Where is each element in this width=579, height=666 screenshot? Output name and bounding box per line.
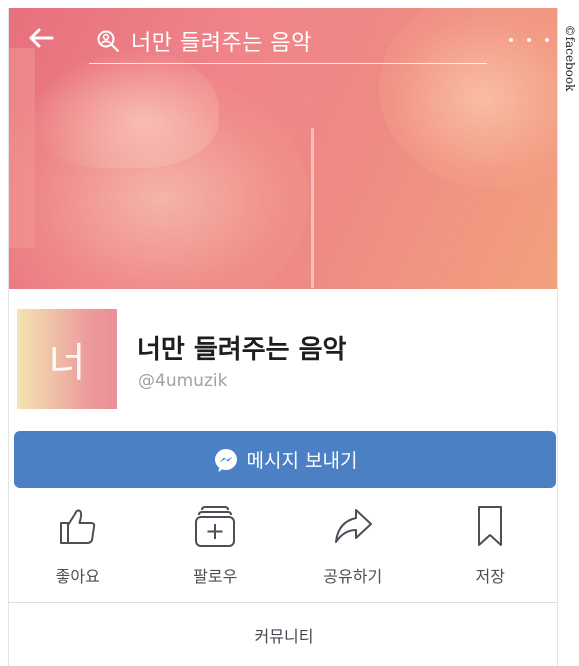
share-button[interactable]: 공유하기 <box>284 503 422 598</box>
bookmark-icon <box>468 503 512 549</box>
search-icon <box>95 26 125 56</box>
divider <box>9 602 557 603</box>
page-handle: @4umuzik <box>138 371 228 391</box>
search-field[interactable]: 너만 들려주는 음악 <box>89 18 487 64</box>
page-actions-bar: 좋아요 팔로우 공유하기 저장 <box>9 503 558 598</box>
like-button[interactable]: 좋아요 <box>9 503 147 598</box>
cover-photo: 너만 들려주는 음악 <box>9 8 557 289</box>
like-label: 좋아요 <box>55 567 100 586</box>
thumbs-up-icon <box>56 503 100 549</box>
page-profile-section: 너 너만 들려주는 음악 @4umuzik <box>9 289 557 429</box>
send-message-label: 메시지 보내기 <box>246 450 358 472</box>
follow-icon <box>193 503 237 549</box>
more-dots-icon <box>509 38 513 42</box>
image-credit: ©facebook <box>563 4 577 114</box>
send-message-button[interactable]: 메시지 보내기 <box>14 431 556 488</box>
share-icon <box>331 503 375 549</box>
page-avatar[interactable]: 너 <box>17 309 117 409</box>
image-credit-text: ©facebook <box>563 24 577 92</box>
page-title: 너만 들려주는 음악 <box>137 335 347 365</box>
more-dots-icon <box>545 38 549 42</box>
tab-community[interactable]: 커뮤니티 <box>9 604 557 666</box>
arrow-left-icon <box>29 28 54 48</box>
facebook-page-screen: 너만 들려주는 음악 너 너만 들려주는 음악 @4umuzik 메시지 보내기 <box>8 8 558 666</box>
back-button[interactable] <box>25 22 57 54</box>
avatar-letter: 너 <box>48 340 86 386</box>
follow-button[interactable]: 팔로우 <box>147 503 285 598</box>
search-query-text: 너만 들려주는 음악 <box>131 30 312 56</box>
save-label: 저장 <box>475 567 505 586</box>
follow-label: 팔로우 <box>193 567 238 586</box>
more-options-button[interactable] <box>509 28 549 52</box>
tab-community-label: 커뮤니티 <box>254 627 314 646</box>
cover-detail <box>311 128 314 288</box>
share-label: 공유하기 <box>323 567 383 586</box>
messenger-icon <box>213 447 239 473</box>
save-button[interactable]: 저장 <box>422 503 558 598</box>
top-bar: 너만 들려주는 음악 <box>9 8 557 68</box>
more-dots-icon <box>527 38 531 42</box>
